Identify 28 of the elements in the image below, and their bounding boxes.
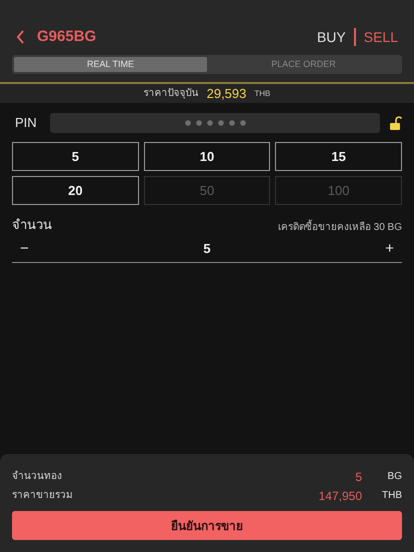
amount-button[interactable]: 20 [12, 176, 139, 205]
masked-pin-icon [184, 120, 246, 126]
decrease-button[interactable]: − [20, 238, 29, 260]
summary-unit: THB [381, 489, 402, 503]
view-tab[interactable]: REAL TIME [14, 57, 207, 72]
amount-button[interactable]: 5 [12, 142, 139, 171]
price-label: ราคาปัจจุบัน [144, 87, 199, 101]
pin-label: PIN [14, 114, 38, 132]
summary-label: จำนวนทอง [12, 470, 63, 484]
increase-button[interactable]: + [385, 238, 394, 260]
price-value: 29,593 [206, 84, 246, 103]
pin-field[interactable] [50, 113, 380, 133]
summary-label: ราคาขายรวม [12, 489, 74, 503]
side-tab[interactable]: SELL [364, 26, 398, 48]
back-button[interactable] [16, 30, 25, 44]
unlocked-padlock-icon[interactable] [388, 116, 402, 130]
summary-value: 5 [355, 468, 362, 486]
summary-unit: BG [386, 470, 402, 484]
credit-remaining: เครดิตซื้อขายคงเหลือ 30 BG [278, 220, 402, 234]
price-unit: THB [254, 88, 270, 100]
quantity-label: จำนวน [12, 216, 52, 234]
symbol-title: G965BG [37, 26, 96, 47]
amount-button[interactable]: 10 [144, 142, 270, 171]
confirm-sell-button[interactable]: ยืนยันการขาย [12, 511, 402, 540]
side-tab[interactable]: BUY [316, 26, 346, 48]
quantity-value: 5 [203, 240, 211, 258]
amount-button[interactable]: 15 [275, 142, 402, 171]
summary-value: 147,950 [318, 488, 362, 504]
